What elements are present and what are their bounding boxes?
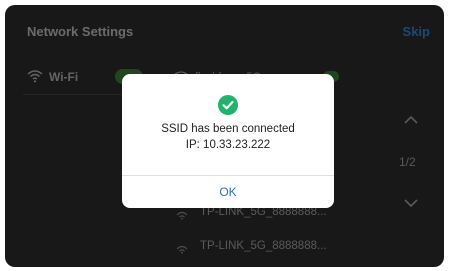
ok-button[interactable]: OK <box>122 176 334 208</box>
network-settings-screen: Network Settings Skip Wi-Fi flashforge 5… <box>5 5 444 267</box>
dialog-ip-address: IP: 10.33.23.222 <box>185 139 271 151</box>
check-circle-icon <box>218 95 238 115</box>
dialog-message: SSID has been connected <box>161 123 295 135</box>
connection-success-dialog: SSID has been connected IP: 10.33.23.222… <box>122 74 334 208</box>
